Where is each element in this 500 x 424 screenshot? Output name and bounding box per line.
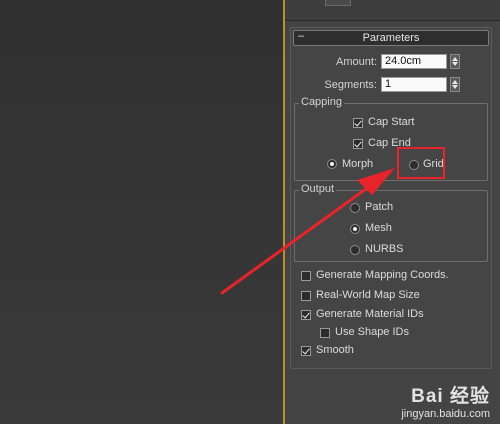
- baidu-watermark: Bai 经验 jingyan.baidu.com: [401, 381, 490, 420]
- red-arrow-icon: [220, 168, 395, 295]
- watermark-brand: Bai 经验: [411, 386, 490, 407]
- watermark-url: jingyan.baidu.com: [401, 408, 490, 420]
